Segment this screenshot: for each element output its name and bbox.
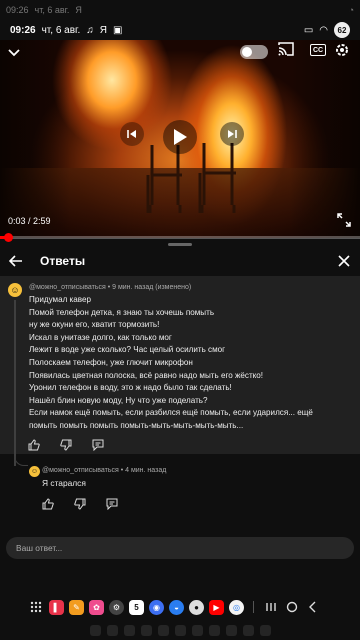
back-arrow-icon[interactable] (8, 253, 24, 269)
status-carrier: Я (99, 24, 107, 36)
reply-like-icon[interactable] (42, 498, 54, 510)
settings-gear-icon[interactable] (334, 42, 350, 63)
dock-separator (253, 601, 254, 613)
status-date: чт, 6 авг. (41, 24, 81, 36)
comment-line: ну же окуни его, хватит тормозить! (29, 320, 160, 330)
status-bar: 09:26 чт, 6 авг. ♫ Я ▣ ▭ ◠ 62 (0, 20, 360, 40)
recents-icon[interactable] (263, 599, 279, 615)
current-time: 0:03 (8, 216, 26, 226)
music-icon: ♫ (86, 24, 94, 36)
replies-header: Ответы (0, 248, 360, 274)
notification-icon: ▣ (112, 24, 123, 36)
thread-line (14, 300, 16, 466)
reply-actions (42, 498, 118, 510)
ghost-time: 09:26 (6, 5, 29, 15)
battery-badge: 62 (334, 22, 350, 38)
settings-app-icon[interactable]: ⚙ (109, 599, 124, 615)
comment-line: Лежит в воде уже сколько? Час целый осил… (29, 345, 226, 355)
ghost-carrier: Я (75, 5, 82, 15)
chrome-app-icon[interactable]: ◎ (229, 599, 244, 615)
reply-icon[interactable] (92, 439, 104, 451)
browser-app-icon[interactable]: ◒ (169, 599, 184, 615)
time-readout: 0:03 / 2:59 (8, 216, 51, 226)
comment-line: Если намок ещё помыть, если разбился ещё… (29, 408, 313, 418)
camera-app-icon[interactable]: ● (189, 599, 204, 615)
badge-app-icon[interactable]: 5 (129, 599, 144, 615)
reply-reply-icon[interactable] (106, 498, 118, 510)
cast-icon[interactable] (278, 42, 294, 61)
duration: 2:59 (33, 216, 51, 226)
comment-line: Полоскаем телефон, уже глючит микрофон (29, 357, 193, 367)
thread-connector (14, 452, 28, 466)
notes-app-icon[interactable]: ✎ (69, 599, 84, 615)
background-dock (0, 620, 360, 640)
sheet-drag-handle[interactable] (168, 243, 192, 246)
reply-input-placeholder: Ваш ответ... (16, 543, 63, 553)
ghost-date: чт, 6 авг. (34, 5, 70, 15)
messages-app-icon[interactable]: ◉ (149, 599, 164, 615)
reply-avatar[interactable]: ☺ (29, 466, 40, 477)
comment-line: Помой телефон детка, я знаю ты хочешь по… (29, 307, 215, 317)
reply-input[interactable]: Ваш ответ... (6, 537, 354, 559)
status-time: 09:26 (10, 24, 36, 36)
avatar[interactable]: ☺ (8, 283, 22, 297)
reply-dislike-icon[interactable] (74, 498, 86, 510)
comment-line: Нашёл блин новую моду, Ну что уже подела… (29, 395, 208, 405)
fullscreen-icon[interactable] (337, 213, 351, 232)
autoplay-toggle[interactable] (240, 45, 268, 59)
video-wall-right (290, 40, 360, 238)
collapse-chevron-icon[interactable] (8, 44, 20, 62)
panel-title: Ответы (40, 254, 86, 268)
youtube-app-icon[interactable]: ▶ (209, 599, 224, 615)
comment-line: Появилась цветная полоска, всё равно над… (29, 370, 264, 380)
flipboard-app-icon[interactable]: ▌ (49, 599, 64, 615)
next-video-button[interactable] (220, 122, 244, 146)
back-nav-icon[interactable] (305, 599, 321, 615)
taskbar-dock: ▌ ✎ ✿ ⚙ 5 ◉ ◒ ● ▶ ◎ (0, 596, 360, 618)
comment-meta: @можно_отписываться • 9 мин. назад (изме… (29, 284, 192, 291)
video-wall-left (0, 40, 70, 238)
ghost-wifi-icon: ◔ (348, 5, 354, 15)
video-progress-bar[interactable] (0, 233, 360, 242)
flower-app-icon[interactable]: ✿ (89, 599, 104, 615)
like-icon[interactable] (28, 439, 40, 451)
background-status-bar: 09:26 чт, 6 авг. Я ◔ (0, 0, 360, 20)
comment-line: Придумал кавер (29, 295, 91, 304)
reply-meta: @можно_отписываться • 4 мин. назад (42, 467, 167, 474)
comment-line: помыть помыть помыть помыть-мыть-мыть-мы… (29, 420, 244, 430)
progress-scrubber[interactable] (4, 233, 14, 242)
close-icon[interactable] (336, 253, 352, 269)
dislike-icon[interactable] (60, 439, 72, 451)
play-button[interactable] (163, 120, 197, 154)
previous-video-button[interactable] (120, 122, 144, 146)
comment-line: Уронил телефон в воду, это ж надо было т… (29, 383, 232, 393)
captions-button[interactable]: CC (310, 44, 326, 56)
comment-text: Придумал кавер Помой телефон детка, я зна… (29, 294, 355, 433)
comment-actions (28, 439, 104, 451)
cast-status-icon: ▭ (303, 24, 314, 36)
reply-text: Я старался (42, 478, 86, 488)
app-grid-icon[interactable] (28, 599, 44, 615)
comment-line: Искал в унитазе долго, как только мог (29, 332, 172, 342)
home-icon[interactable] (284, 599, 300, 615)
wifi-icon: ◠ (319, 24, 328, 36)
